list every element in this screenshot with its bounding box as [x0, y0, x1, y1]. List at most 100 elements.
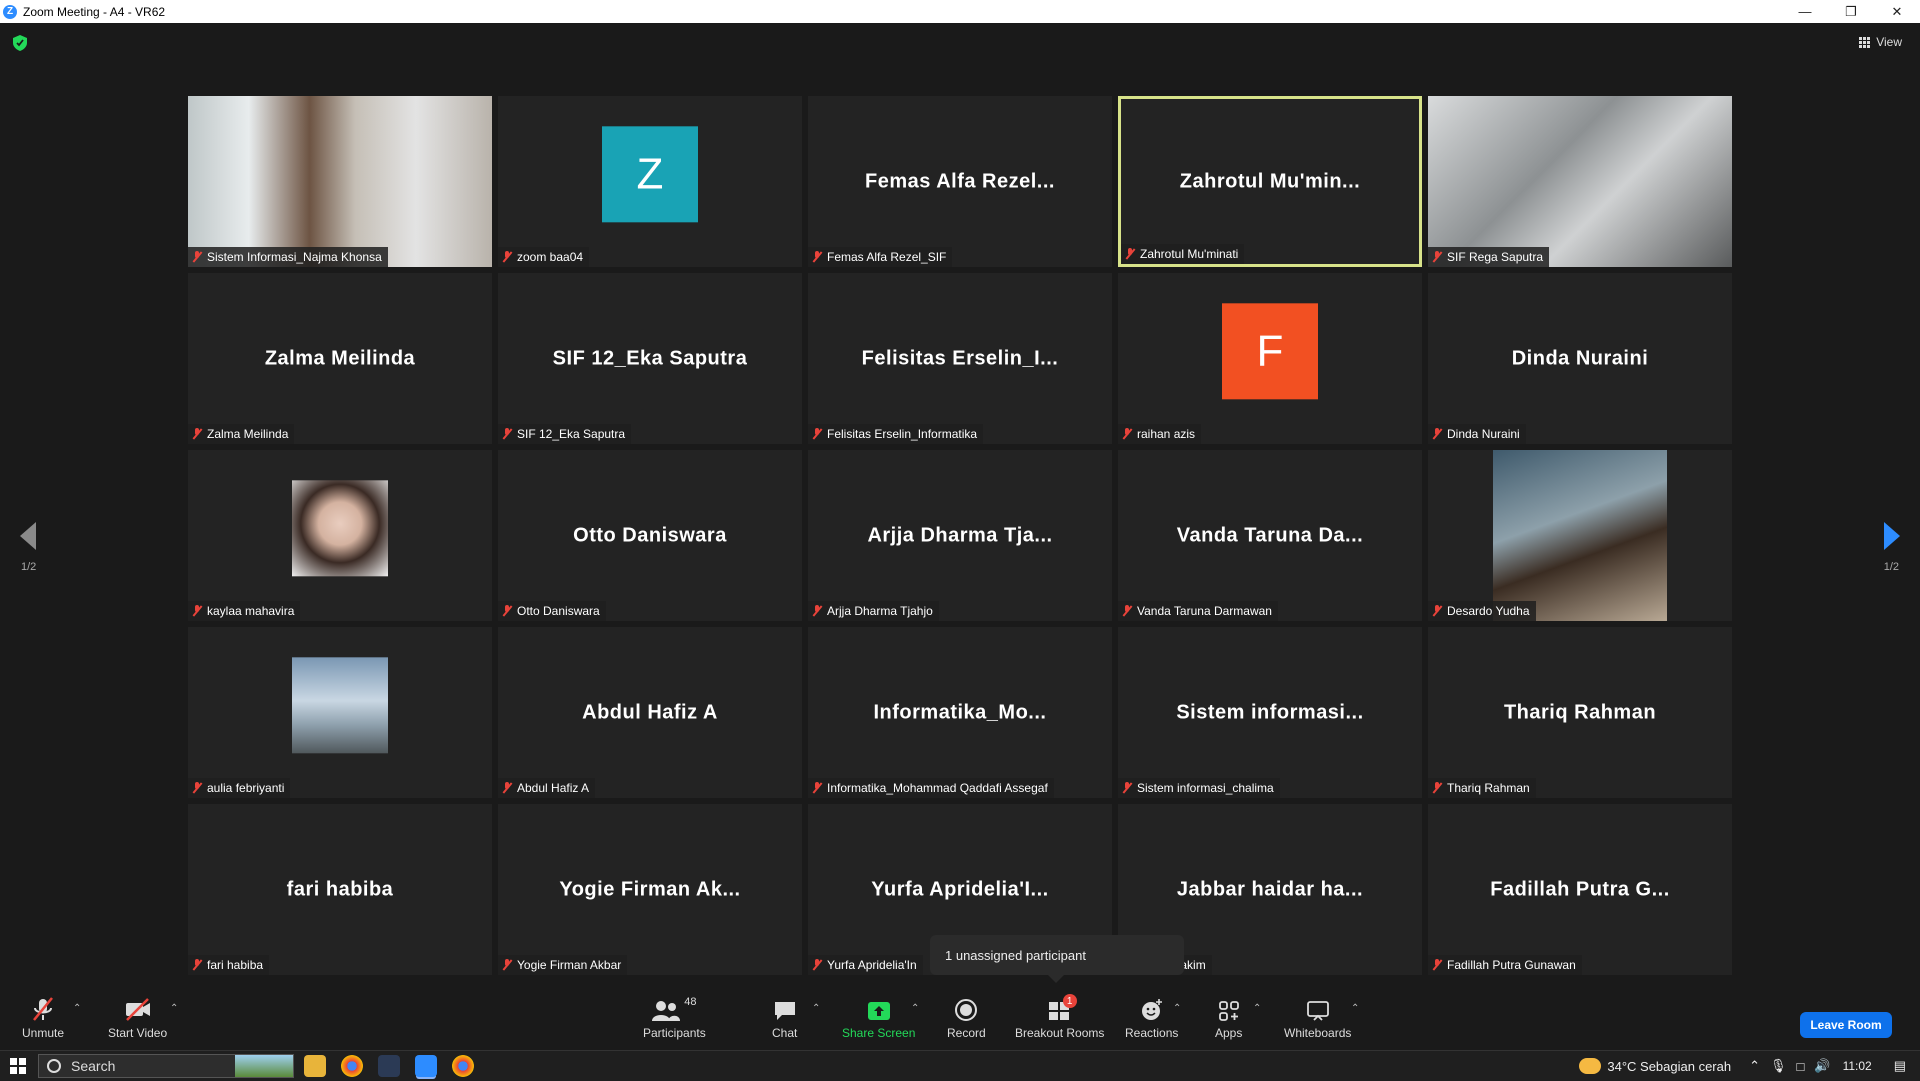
- file-explorer-icon[interactable]: [304, 1055, 326, 1077]
- participant-tile[interactable]: Dinda Nuraini Dinda Nuraini: [1428, 273, 1732, 444]
- participant-tile[interactable]: aulia febriyanti: [188, 627, 492, 798]
- muted-mic-icon: [502, 959, 512, 971]
- audio-options-caret-icon[interactable]: ⌃: [73, 1003, 81, 1014]
- muted-mic-icon: [812, 251, 822, 263]
- chat-options-caret-icon[interactable]: ⌃: [812, 1003, 820, 1014]
- windows-start-icon[interactable]: [10, 1058, 26, 1074]
- chrome-profile-icon[interactable]: [452, 1055, 474, 1077]
- participant-tile[interactable]: Fadillah Putra G... Fadillah Putra Gunawa…: [1428, 804, 1732, 975]
- participant-tile[interactable]: Femas Alfa Rezel... Femas Alfa Rezel_SIF: [808, 96, 1112, 267]
- breakout-rooms-button[interactable]: 1 Breakout Rooms: [1015, 994, 1104, 1040]
- leave-room-button[interactable]: Leave Room: [1800, 1012, 1892, 1038]
- participant-display-name: Zahrotul Mu'min...: [1179, 170, 1361, 192]
- participant-initial-avatar: Z: [602, 125, 698, 222]
- participant-display-name: Fadillah Putra G...: [1490, 878, 1670, 900]
- chat-button[interactable]: Chat: [772, 996, 797, 1040]
- zoom-logo-icon: Z: [3, 4, 17, 19]
- view-button[interactable]: View: [1859, 35, 1902, 49]
- participant-grid: Sistem Informasi_Najma Khonsa Zzoom baa04…: [188, 96, 1732, 976]
- participant-tile[interactable]: kaylaa mahavira: [188, 450, 492, 621]
- participant-name-text: kaylaa mahavira: [207, 604, 295, 618]
- unassigned-participant-tooltip: 1 unassigned participant: [930, 935, 1184, 983]
- participant-display-name: Abdul Hafiz A: [582, 701, 718, 723]
- participant-display-name: fari habiba: [286, 878, 394, 900]
- participant-tile[interactable]: Thariq Rahman Thariq Rahman: [1428, 627, 1732, 798]
- participant-tile[interactable]: fari habiba fari habiba: [188, 804, 492, 975]
- participant-name-label: Vanda Taruna Darmawan: [1118, 601, 1278, 621]
- participant-name-text: Vanda Taruna Darmawan: [1137, 604, 1272, 618]
- muted-mic-icon: [1432, 251, 1442, 263]
- chat-icon: [774, 1002, 795, 1020]
- weather-icon[interactable]: [1579, 1058, 1602, 1074]
- participant-display-name: Dinda Nuraini: [1511, 347, 1649, 369]
- participant-name-label: Yurfa Apridelia'In: [808, 955, 923, 975]
- taskbar-search-box[interactable]: Search: [38, 1054, 294, 1078]
- participant-tile[interactable]: SIF Rega Saputra: [1428, 96, 1732, 267]
- share-screen-icon: [867, 1002, 890, 1020]
- participant-tile[interactable]: Vanda Taruna Da... Vanda Taruna Darmawan: [1118, 450, 1422, 621]
- participant-tile[interactable]: Yogie Firman Ak... Yogie Firman Akbar: [498, 804, 802, 975]
- network-icon[interactable]: □: [1797, 1059, 1805, 1074]
- start-video-button[interactable]: Start Video: [108, 996, 167, 1040]
- participant-tile[interactable]: Felisitas Erselin_I... Felisitas Erselin_…: [808, 273, 1112, 444]
- participant-tile[interactable]: Fraihan azis: [1118, 273, 1422, 444]
- participant-name-text: Abdul Hafiz A: [517, 781, 590, 795]
- page-indicator-left: 1/2: [21, 561, 37, 573]
- record-button[interactable]: Record: [947, 996, 986, 1040]
- participant-tile[interactable]: Zalma Meilinda Zalma Meilinda: [188, 273, 492, 444]
- participant-tile[interactable]: Sistem Informasi_Najma Khonsa: [188, 96, 492, 267]
- muted-mic-icon: [1122, 782, 1132, 794]
- apps-button[interactable]: Apps: [1215, 996, 1242, 1040]
- zoom-taskbar-icon[interactable]: [415, 1055, 437, 1077]
- muted-mic-icon: [812, 782, 822, 794]
- participant-tile[interactable]: Desardo Yudha: [1428, 450, 1732, 621]
- apps-options-caret-icon[interactable]: ⌃: [1253, 1003, 1261, 1014]
- participant-name-label: raihan azis: [1118, 424, 1202, 444]
- participant-tile[interactable]: Abdul Hafiz A Abdul Hafiz A: [498, 627, 802, 798]
- chrome-icon[interactable]: [341, 1055, 363, 1077]
- minimize-button[interactable]: —: [1782, 0, 1828, 23]
- video-options-caret-icon[interactable]: ⌃: [170, 1003, 178, 1014]
- reactions-button[interactable]: Reactions: [1125, 996, 1178, 1040]
- weather-text[interactable]: 34°C Sebagian cerah: [1607, 1059, 1731, 1074]
- participant-name-text: SIF 12_Eka Saputra: [517, 427, 626, 441]
- next-page-arrow-icon[interactable]: [1884, 522, 1900, 550]
- reactions-options-caret-icon[interactable]: ⌃: [1173, 1003, 1181, 1014]
- system-tray: 34°C Sebagian cerah ⌃ 🎙 □ 🔊 11:02 ▤: [1579, 1051, 1920, 1081]
- muted-microphone-icon: [33, 997, 53, 1021]
- previous-page-arrow-icon[interactable]: [20, 522, 36, 550]
- camera-app-icon[interactable]: [378, 1055, 400, 1077]
- whiteboards-options-caret-icon[interactable]: ⌃: [1351, 1003, 1359, 1014]
- participant-name-text: Fadillah Putra Gunawan: [1447, 958, 1576, 972]
- encryption-shield-icon[interactable]: [13, 35, 27, 51]
- participant-tile[interactable]: Zzoom baa04: [498, 96, 802, 267]
- muted-mic-icon: [192, 605, 202, 617]
- unmute-button[interactable]: Unmute: [22, 996, 64, 1040]
- participant-tile[interactable]: Sistem informasi... Sistem informasi_chal…: [1118, 627, 1422, 798]
- participant-tile[interactable]: Arjja Dharma Tja... Arjja Dharma Tjahjo: [808, 450, 1112, 621]
- participant-tile[interactable]: Zahrotul Mu'min... Zahrotul Mu'minati: [1118, 96, 1422, 267]
- participant-name-label: kaylaa mahavira: [188, 601, 301, 621]
- participants-button[interactable]: 48 Participants: [643, 996, 706, 1040]
- grid-view-icon: [1859, 36, 1871, 48]
- participant-name-label: Desardo Yudha: [1428, 601, 1536, 621]
- share-options-caret-icon[interactable]: ⌃: [911, 1003, 919, 1014]
- whiteboards-button[interactable]: Whiteboards: [1284, 996, 1351, 1040]
- participant-display-name: Thariq Rahman: [1503, 701, 1657, 723]
- close-button[interactable]: ✕: [1874, 0, 1920, 23]
- tray-overflow-icon[interactable]: ⌃: [1749, 1058, 1760, 1074]
- microphone-tray-icon[interactable]: 🎙: [1770, 1058, 1787, 1074]
- participant-tile[interactable]: SIF 12_Eka Saputra SIF 12_Eka Saputra: [498, 273, 802, 444]
- volume-icon[interactable]: 🔊: [1814, 1058, 1830, 1074]
- muted-mic-icon: [1432, 782, 1442, 794]
- participant-tile[interactable]: Informatika_Mo... Informatika_Mohammad Qa…: [808, 627, 1112, 798]
- reactions-smiley-icon: [1141, 999, 1162, 1020]
- clock[interactable]: 11:02: [1843, 1059, 1872, 1073]
- notifications-icon[interactable]: ▤: [1894, 1058, 1906, 1074]
- restore-button[interactable]: ❐: [1828, 0, 1874, 23]
- share-screen-button[interactable]: Share Screen: [842, 996, 915, 1040]
- participant-name-text: Sistem Informasi_Najma Khonsa: [207, 250, 382, 264]
- muted-mic-icon: [502, 251, 512, 263]
- participant-tile[interactable]: Otto Daniswara Otto Daniswara: [498, 450, 802, 621]
- search-icon: [47, 1059, 61, 1073]
